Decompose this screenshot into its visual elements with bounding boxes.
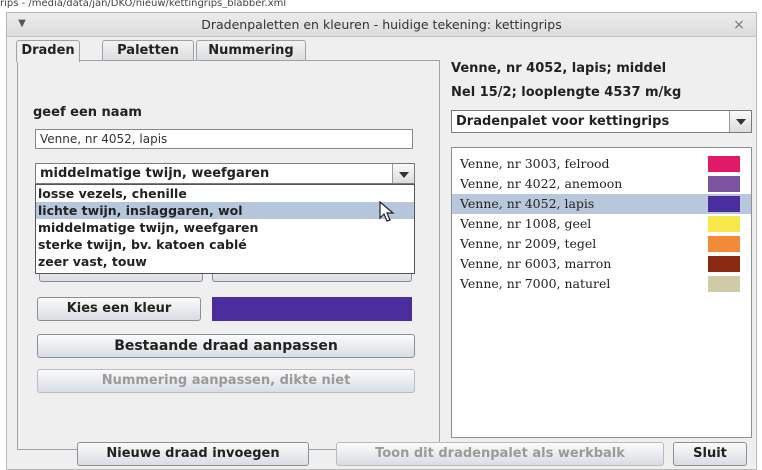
chevron-down-icon[interactable] [729, 111, 751, 132]
thread-color-swatch [708, 176, 740, 192]
twist-options-popup: losse vezels, chenille lichte twijn, ins… [35, 184, 415, 274]
mouse-cursor-icon [379, 201, 395, 222]
twist-option[interactable]: zeer vast, touw [36, 253, 414, 270]
thread-name: Venne, nr 6003, marron [460, 256, 612, 271]
thread-name: Venne, nr 2009, tegel [460, 236, 597, 251]
thread-list-item[interactable]: Venne, nr 7000, naturel [452, 274, 751, 294]
thread-info-line1: Venne, nr 4052, lapis; middel [451, 61, 667, 76]
thread-name: Venne, nr 1008, geel [460, 216, 592, 231]
chosen-color-swatch [212, 297, 412, 321]
thread-color-swatch [708, 196, 740, 212]
tab-draden[interactable]: Draden [16, 40, 80, 62]
thread-color-swatch [708, 236, 740, 252]
thread-list-item[interactable]: Venne, nr 6003, marron [452, 254, 751, 274]
insert-thread-button[interactable]: Nieuwe draad invoegen [77, 442, 309, 466]
palette-select-value: Dradenpalet voor kettingrips [456, 114, 670, 129]
thread-list-item[interactable]: Venne, nr 4052, lapis [452, 194, 751, 214]
background-window-text: rips - /media/data/jan/DKO/nieuw/ketting… [0, 0, 287, 8]
twist-option[interactable]: sterke twijn, bv. katoen cablé [36, 236, 414, 253]
thread-name: Venne, nr 3003, felrood [460, 156, 610, 171]
close-button[interactable]: Sluit [673, 442, 747, 466]
twist-option[interactable]: losse vezels, chenille [36, 185, 414, 202]
adjust-numbering-button: Nummering aanpassen, dikte niet [37, 369, 415, 393]
thread-list-item[interactable]: Venne, nr 1008, geel [452, 214, 751, 234]
thread-list-item[interactable]: Venne, nr 4022, anemoon [452, 174, 751, 194]
thread-info-line2: Nel 15/2; looplengte 4537 m/kg [451, 85, 682, 100]
adjust-thread-button[interactable]: Bestaande draad aanpassen [37, 334, 415, 358]
close-icon[interactable]: × [729, 15, 749, 35]
chevron-down-icon[interactable] [392, 164, 414, 183]
tab-paletten[interactable]: Paletten [102, 40, 194, 61]
thread-color-swatch [708, 276, 740, 292]
thread-list[interactable]: Venne, nr 3003, felrood Venne, nr 4022, a… [451, 147, 752, 438]
tab-nummering[interactable]: Nummering [196, 40, 306, 61]
thread-name: Venne, nr 7000, naturel [460, 276, 611, 291]
thread-color-swatch [708, 156, 740, 172]
thread-name: Venne, nr 4022, anemoon [460, 176, 623, 191]
palette-select[interactable]: Dradenpalet voor kettingrips [451, 110, 752, 133]
thread-list-item[interactable]: Venne, nr 2009, tegel [452, 234, 751, 254]
twist-option-highlighted[interactable]: lichte twijn, inslaggaren, wol [36, 202, 414, 219]
twist-select-value: middelmatige twijn, weefgaren [40, 166, 270, 181]
window-title: Dradenpaletten en kleuren - huidige teke… [201, 17, 562, 32]
thread-list-item[interactable]: Venne, nr 3003, felrood [452, 154, 751, 174]
twist-option[interactable]: middelmatige twijn, weefgaren [36, 219, 414, 236]
thread-name: Venne, nr 4052, lapis [460, 196, 595, 211]
name-label: geef een naam [33, 105, 142, 120]
dialog-window: ▼ Dradenpaletten en kleuren - huidige te… [6, 12, 757, 470]
choose-color-button[interactable]: Kies een kleur [37, 297, 201, 321]
name-input[interactable]: Venne, nr 4052, lapis [35, 129, 413, 149]
toolbar-toggle-button: Toon dit dradenpalet als werkbalk [336, 442, 664, 466]
thread-color-swatch [708, 256, 740, 272]
twist-select[interactable]: middelmatige twijn, weefgaren [35, 163, 415, 184]
title-bar: ▼ Dradenpaletten en kleuren - huidige te… [7, 13, 756, 37]
thread-color-swatch [708, 216, 740, 232]
